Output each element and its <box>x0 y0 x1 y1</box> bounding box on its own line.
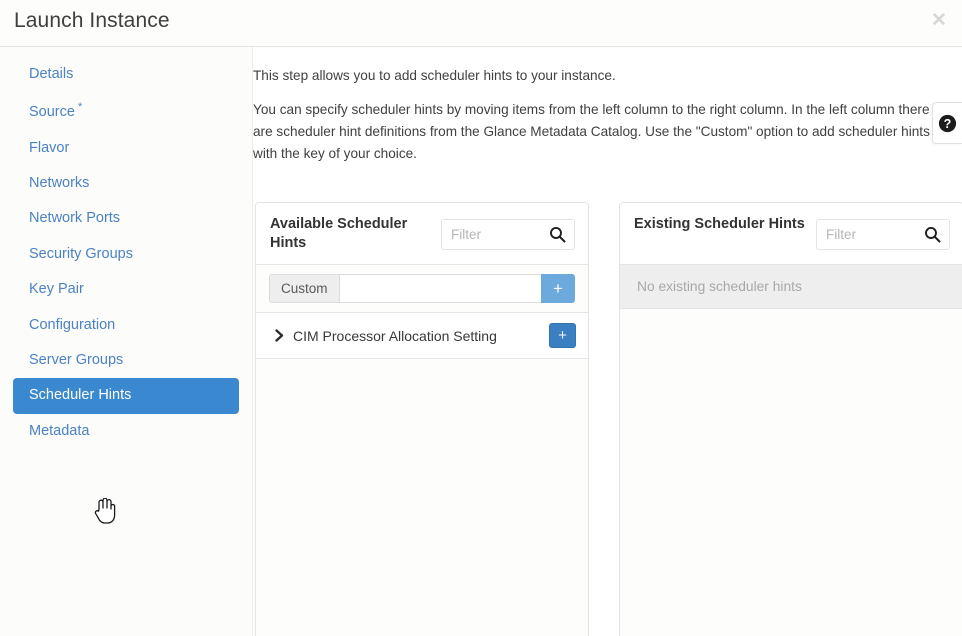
available-panel-empty-area <box>256 359 588 636</box>
sidebar-item-label: Metadata <box>29 423 89 439</box>
search-icon[interactable] <box>549 226 566 243</box>
sidebar-item-flavor[interactable]: Flavor <box>13 131 239 166</box>
sidebar-item-label: Source <box>29 104 75 120</box>
modal-header: Launch Instance ✕ <box>0 0 962 47</box>
existing-scheduler-hints-panel: Existing Scheduler Hints No existing sch… <box>619 202 962 636</box>
existing-filter-box <box>816 219 950 250</box>
sidebar-item-label: Scheduler Hints <box>29 387 131 403</box>
custom-add-button[interactable]: + <box>541 274 575 303</box>
chevron-right-icon[interactable] <box>273 329 286 342</box>
existing-panel-title: Existing Scheduler Hints <box>634 215 809 234</box>
description-line-2: You can specify scheduler hints by movin… <box>253 99 933 165</box>
mouse-cursor-pointer-icon <box>94 498 116 524</box>
modal-body: Details Source* Flavor Networks Network … <box>0 47 962 636</box>
sidebar-item-label: Server Groups <box>29 352 123 368</box>
wizard-sidebar: Details Source* Flavor Networks Network … <box>0 47 253 636</box>
existing-empty-message: No existing scheduler hints <box>620 265 962 309</box>
launch-instance-modal: Launch Instance ✕ Details Source* Flavor… <box>0 0 962 636</box>
required-marker: * <box>78 101 82 113</box>
transfer-panels: Available Scheduler Hints Custom + <box>255 202 962 636</box>
close-icon[interactable]: ✕ <box>926 8 952 34</box>
sidebar-item-networks[interactable]: Networks <box>13 166 239 201</box>
sidebar-item-configuration[interactable]: Configuration <box>13 308 239 343</box>
svg-text:?: ? <box>944 117 952 131</box>
search-icon[interactable] <box>924 226 941 243</box>
available-scheduler-hints-panel: Available Scheduler Hints Custom + <box>255 202 589 636</box>
available-filter-input[interactable] <box>442 220 546 249</box>
sidebar-item-security-groups[interactable]: Security Groups <box>13 237 239 272</box>
custom-hint-input[interactable] <box>339 274 541 303</box>
available-filter-box <box>441 219 575 250</box>
sidebar-item-label: Security Groups <box>29 246 133 262</box>
page-title: Launch Instance <box>14 9 170 33</box>
sidebar-item-label: Key Pair <box>29 281 84 297</box>
sidebar-item-key-pair[interactable]: Key Pair <box>13 272 239 307</box>
existing-filter-input[interactable] <box>817 220 921 249</box>
sidebar-item-server-groups[interactable]: Server Groups <box>13 343 239 378</box>
sidebar-item-details[interactable]: Details <box>13 57 239 92</box>
custom-addon-label: Custom <box>269 274 339 303</box>
sidebar-item-label: Flavor <box>29 140 69 156</box>
add-hint-button[interactable]: + <box>549 323 576 348</box>
existing-panel-header: Existing Scheduler Hints <box>620 203 962 265</box>
sidebar-item-label: Networks <box>29 175 89 191</box>
existing-panel-empty-area <box>620 309 962 636</box>
custom-hint-row: Custom + <box>256 265 588 313</box>
step-content: This step allows you to add scheduler hi… <box>253 47 962 636</box>
available-hint-label: CIM Processor Allocation Setting <box>293 328 549 344</box>
sidebar-item-source[interactable]: Source* <box>13 92 239 130</box>
available-hint-row[interactable]: CIM Processor Allocation Setting + <box>256 313 588 359</box>
sidebar-item-network-ports[interactable]: Network Ports <box>13 201 239 236</box>
available-panel-header: Available Scheduler Hints <box>256 203 588 265</box>
sidebar-item-scheduler-hints[interactable]: Scheduler Hints <box>13 378 239 413</box>
sidebar-item-label: Configuration <box>29 317 115 333</box>
help-button[interactable]: ? <box>932 102 962 144</box>
help-circle-icon: ? <box>938 114 957 133</box>
sidebar-item-label: Details <box>29 66 73 82</box>
available-panel-title: Available Scheduler Hints <box>270 215 445 253</box>
description-line-1: This step allows you to add scheduler hi… <box>253 65 933 87</box>
sidebar-item-label: Network Ports <box>29 210 120 226</box>
step-description: This step allows you to add scheduler hi… <box>253 65 962 165</box>
sidebar-item-metadata[interactable]: Metadata <box>13 414 239 449</box>
